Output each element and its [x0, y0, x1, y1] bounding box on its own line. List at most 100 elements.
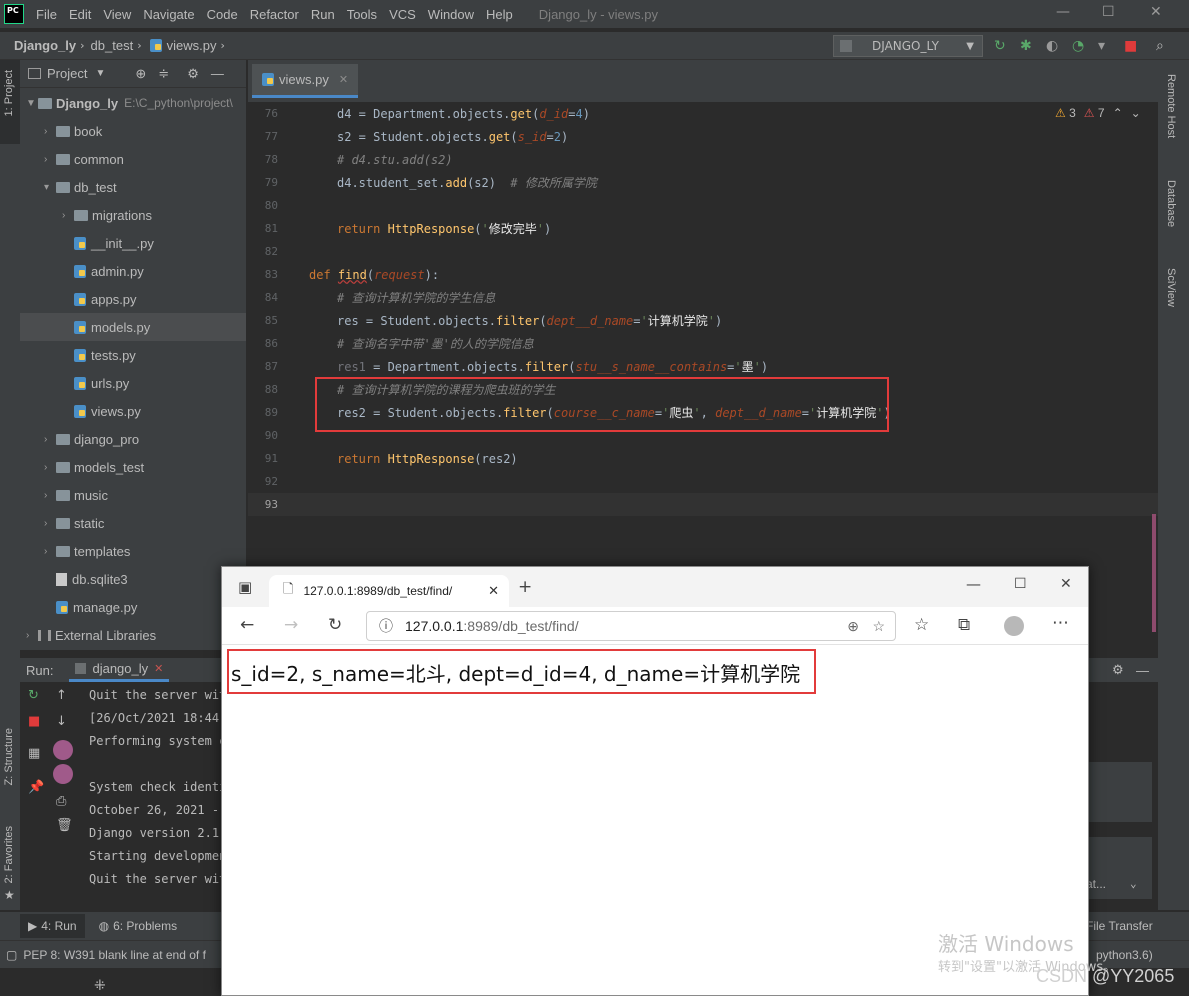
menu-tools[interactable]: Tools [347, 7, 377, 22]
tree-item[interactable]: › django_pro [20, 425, 246, 453]
browser-tab[interactable]: 🗋 127.0.0.1:8989/db_test/find/ ✕ [269, 575, 509, 607]
menu-view[interactable]: View [103, 7, 131, 22]
tree-item[interactable]: › migrations [20, 201, 246, 229]
menu-navigate[interactable]: Navigate [143, 7, 194, 22]
stop-icon[interactable]: ■ [1124, 38, 1137, 54]
tree-item[interactable]: views.py [20, 397, 246, 425]
maximize-icon[interactable]: ☐ [1014, 576, 1027, 592]
close-tab-icon[interactable]: ✕ [339, 73, 348, 86]
info-icon[interactable]: ⓘ [379, 616, 393, 636]
menu-vcs[interactable]: VCS [389, 7, 416, 22]
tree-item[interactable]: › templates [20, 537, 246, 565]
debug-icon[interactable]: ✱ [1020, 38, 1032, 54]
editor-scrollbar[interactable] [1152, 514, 1156, 632]
back-icon[interactable]: ← [240, 615, 254, 635]
tree-item[interactable]: manage.py [20, 593, 246, 621]
new-tab-icon[interactable]: + [518, 577, 532, 597]
profile-avatar[interactable] [1004, 616, 1024, 636]
close-tab-icon[interactable]: ✕ [488, 583, 499, 599]
dropdown-arrow-icon[interactable]: ▼ [95, 68, 105, 79]
tree-item[interactable]: › static [20, 509, 246, 537]
tree-item[interactable]: ▾ db_test [20, 173, 246, 201]
menu-window[interactable]: Window [428, 7, 474, 22]
rerun-icon[interactable]: ↻ [28, 688, 39, 703]
chevron-down-icon[interactable]: ⌄ [1130, 877, 1137, 890]
profile-icon[interactable]: ◔ [1072, 38, 1084, 54]
layout-icon[interactable]: ▦ [28, 746, 40, 761]
tree-item[interactable]: › book [20, 117, 246, 145]
project-tool-tab[interactable]: 1: Project [3, 70, 15, 116]
pin-icon[interactable]: 📌 [28, 780, 44, 795]
problems-tool-button[interactable]: ◍ 6: Problems [99, 919, 178, 933]
inspection-widget[interactable]: ⚠ 3 ⚠ 7 ⌃ ⌄ [1055, 106, 1141, 120]
tree-item[interactable]: › music [20, 481, 246, 509]
tree-item[interactable]: models.py [20, 313, 246, 341]
forward-icon[interactable]: → [284, 615, 298, 635]
close-icon[interactable]: ✕ [1060, 576, 1072, 592]
tab-actions-icon[interactable]: ▣ [238, 578, 252, 596]
collections-icon[interactable]: ⧉ [958, 615, 970, 635]
minimize-icon[interactable]: — [966, 575, 981, 593]
rerun-icon[interactable]: ↻ [994, 38, 1006, 54]
address-bar[interactable]: ⓘ 127.0.0.1:8989/db_test/find/ ⊕ ☆ [366, 611, 896, 641]
menu-help[interactable]: Help [486, 7, 513, 22]
stop-icon[interactable]: ■ [28, 714, 40, 729]
tree-item[interactable]: › External Libraries [20, 621, 246, 649]
tree-item[interactable]: __init__.py [20, 229, 246, 257]
menu-edit[interactable]: Edit [69, 7, 91, 22]
hide-icon[interactable]: — [1136, 663, 1149, 678]
arrow-up-icon[interactable]: ↑ [56, 688, 67, 703]
menu-file[interactable]: File [36, 7, 57, 22]
maximize-icon[interactable]: ☐ [1102, 4, 1115, 20]
minimize-icon[interactable]: — [1056, 4, 1070, 20]
tree-root[interactable]: ▼ Django_ly E:\C_python\project\ [20, 89, 246, 117]
remote-host-tab[interactable]: Remote Host [1165, 74, 1177, 138]
more-icon[interactable]: ⋯ [1052, 613, 1069, 633]
tree-item[interactable]: › models_test [20, 453, 246, 481]
gear-icon[interactable]: ⚙ [1112, 662, 1124, 678]
close-tab-icon[interactable]: ✕ [154, 662, 163, 675]
favorites-icon[interactable]: ☆ [914, 615, 929, 635]
locate-icon[interactable]: ⊕ [135, 66, 146, 82]
tab-views-py[interactable]: views.py ✕ [252, 64, 359, 98]
gear-icon[interactable]: ⚙ [187, 66, 199, 82]
file-transfer-tool-button[interactable]: File Transfer [1086, 919, 1153, 933]
breadcrumb-file[interactable]: views.py [167, 38, 217, 53]
scroll-to-end-icon[interactable] [53, 764, 73, 784]
soft-wrap-icon[interactable] [53, 740, 73, 760]
database-tab[interactable]: Database [1165, 180, 1177, 227]
sciview-tab[interactable]: SciView [1165, 268, 1177, 307]
search-icon[interactable]: ⌕ [1156, 38, 1164, 54]
menu-code[interactable]: Code [207, 7, 238, 22]
hide-icon[interactable]: — [211, 66, 224, 81]
trash-icon[interactable]: 🗑 [56, 818, 73, 833]
code-editor[interactable]: 76 d4 = Department.objects.get(d_id=4) 77… [248, 102, 1158, 632]
run-configuration-select[interactable]: DJANGO_LY ▼ [833, 35, 983, 57]
collapse-all-icon[interactable]: ≑ [158, 66, 169, 82]
arrow-down-icon[interactable]: ↓ [56, 714, 67, 729]
breadcrumb-folder[interactable]: db_test [91, 38, 134, 53]
coverage-icon[interactable]: ◐ [1046, 38, 1058, 54]
run-tool-button[interactable]: ▶ 4: Run [20, 914, 85, 938]
structure-tool-tab[interactable]: Z: Structure [3, 728, 15, 785]
tree-item[interactable]: › common [20, 145, 246, 173]
tree-item[interactable]: tests.py [20, 341, 246, 369]
chevron-down-icon[interactable]: ⌄ [1131, 106, 1141, 120]
refresh-icon[interactable]: ↻ [328, 615, 342, 635]
menu-refactor[interactable]: Refactor [250, 7, 299, 22]
add-favorite-icon[interactable]: ☆ [872, 618, 885, 635]
chevron-up-icon[interactable]: ⌃ [1113, 106, 1123, 120]
zoom-icon[interactable]: ⊕ [847, 618, 859, 635]
run-tab-django-ly[interactable]: django_ly ✕ [69, 658, 170, 682]
print-icon[interactable]: ⎙ [56, 794, 66, 809]
project-panel-title[interactable]: Project [47, 66, 87, 81]
menu-run[interactable]: Run [311, 7, 335, 22]
tree-item[interactable]: urls.py [20, 369, 246, 397]
close-icon[interactable]: ✕ [1150, 4, 1162, 20]
favorites-tool-tab[interactable]: 2: Favorites [3, 826, 15, 883]
drag-handle-icon[interactable]: ⁜ [94, 978, 106, 994]
tree-item[interactable]: admin.py [20, 257, 246, 285]
concurrency-icon[interactable]: ▾ [1098, 38, 1105, 54]
breadcrumb-project[interactable]: Django_ly [14, 38, 76, 53]
tree-item[interactable]: db.sqlite3 [20, 565, 246, 593]
